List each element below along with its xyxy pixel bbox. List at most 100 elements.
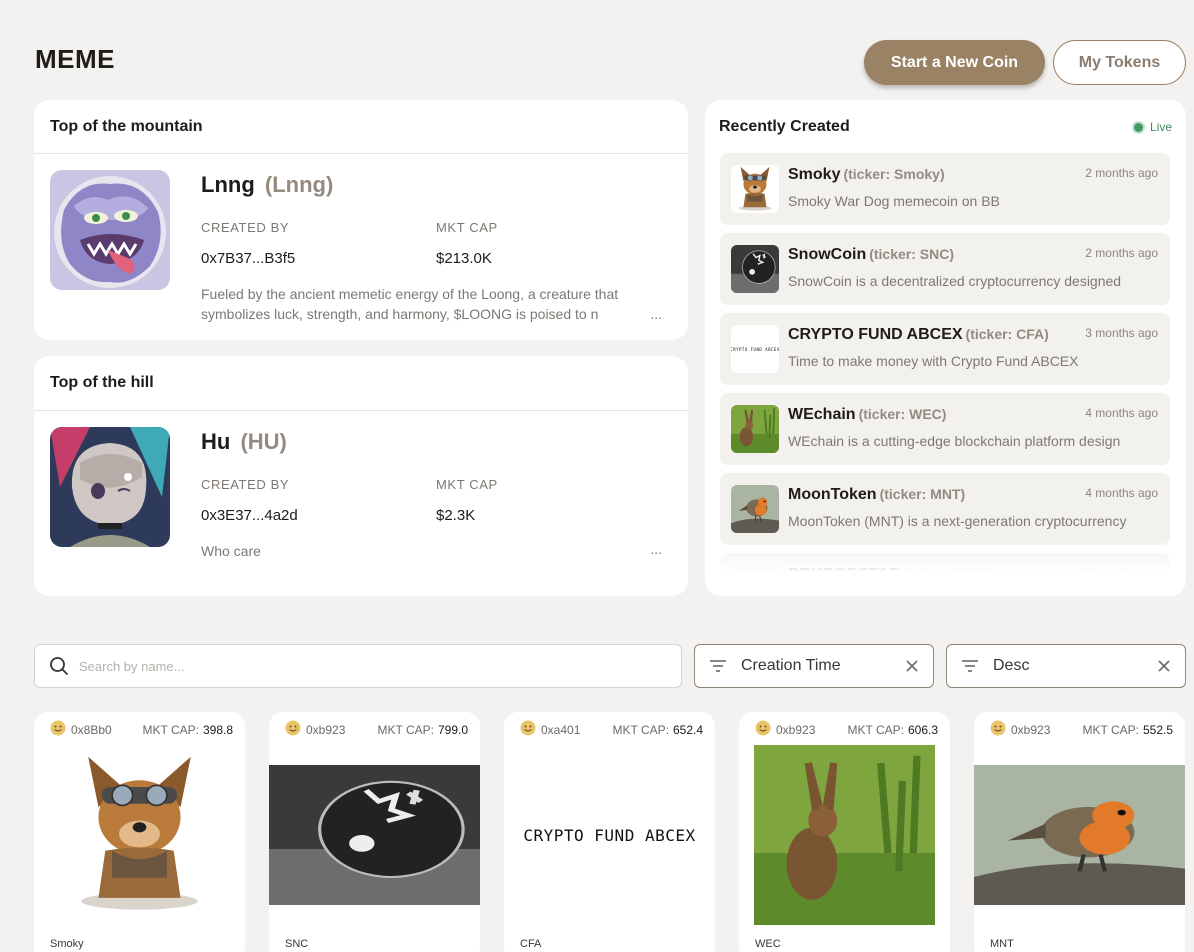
coin-thumbnail xyxy=(731,405,779,453)
coin-card[interactable]: 0xb923 MKT CAP: 552.5 MNT xyxy=(974,712,1185,952)
sort-field-select[interactable]: Creation Time xyxy=(694,644,934,688)
recent-coin-description: Smoky War Dog memecoin on BB xyxy=(788,193,1000,209)
recent-coin-ticker: (ticker: WEC) xyxy=(858,406,947,422)
mkt-cap-label: MKT CAP xyxy=(436,220,498,235)
filter-icon xyxy=(710,660,726,672)
coin-ticker: (Lnng) xyxy=(264,172,334,197)
smiley-icon xyxy=(755,720,771,739)
created-by-label: CREATED BY xyxy=(201,477,290,492)
recent-coin-name: CRYPTO FUND ABCEX (ticker: CFA) xyxy=(788,326,1049,343)
recent-coin-time: 2 months ago xyxy=(1085,246,1158,260)
smiley-icon xyxy=(50,720,66,739)
recent-list[interactable]: Smoky (ticker: Smoky) 2 months ago Smoky Wa… xyxy=(720,153,1170,578)
top-of-hill-card[interactable]: Top of the hill Hu (HU) CREATED BY 0x3E3… xyxy=(34,356,688,596)
sort-order-select[interactable]: Desc xyxy=(946,644,1186,688)
recent-coin-name: Smoky (ticker: Smoky) xyxy=(788,166,945,183)
top-of-mountain-card[interactable]: Top of the mountain Lnng (Lnng) CREATED … xyxy=(34,100,688,340)
mkt-cap-value: $213.0K xyxy=(436,250,492,267)
creator-address[interactable]: 0x7B37...B3f5 xyxy=(201,250,295,267)
recent-coin-description: SnowCoin is a decentralized cryptocurren… xyxy=(788,273,1122,289)
coin-creator-address[interactable]: 0x8Bb0 xyxy=(71,723,143,737)
search-input[interactable] xyxy=(79,658,639,674)
list-fade-overlay xyxy=(720,538,1170,578)
card-heading: Top of the hill xyxy=(34,356,688,411)
recent-coin-name: SnowCoin (ticker: SNC) xyxy=(788,246,955,263)
mkt-cap-value: $2.3K xyxy=(436,507,476,524)
coin-image: CRYPTO FUND ABCEX xyxy=(504,765,715,905)
mkt-cap-label: MKT CAP: xyxy=(1082,722,1139,737)
mkt-cap-label: MKT CAP: xyxy=(377,722,434,737)
coin-name: Lnng (Lnng) xyxy=(201,172,334,197)
start-new-coin-button[interactable]: Start a New Coin xyxy=(864,40,1045,85)
recent-item[interactable]: CRYPTO FUND ABCEX CRYPTO FUND ABCEX (ticke… xyxy=(720,313,1170,385)
mkt-cap-value: 652.4 xyxy=(672,722,703,737)
coin-ticker: (HU) xyxy=(240,429,287,454)
coin-creator-address[interactable]: 0xa401 xyxy=(541,723,613,737)
coin-description: Who care xyxy=(201,543,261,559)
recent-coin-time: 2 months ago xyxy=(1085,166,1158,180)
coin-ticker: Smoky xyxy=(50,938,84,950)
coin-avatar xyxy=(50,427,170,547)
coin-image xyxy=(974,765,1185,905)
coin-creator-address[interactable]: 0xb923 xyxy=(1011,723,1083,737)
coin-image xyxy=(54,750,225,918)
sort-field-value: Creation Time xyxy=(741,657,841,674)
coin-ticker: MNT xyxy=(990,938,1014,950)
coin-thumbnail xyxy=(731,245,779,293)
coin-creator-address[interactable]: 0xb923 xyxy=(776,723,848,737)
my-tokens-button[interactable]: My Tokens xyxy=(1053,40,1186,85)
recently-created-heading: Recently Created xyxy=(719,118,850,135)
sort-order-value: Desc xyxy=(993,657,1030,674)
creator-address[interactable]: 0x3E37...4a2d xyxy=(201,507,298,524)
recent-coin-ticker: (ticker: CFA) xyxy=(965,326,1049,342)
coin-card[interactable]: 0x8Bb0 MKT CAP: 398.8 Smoky xyxy=(34,712,245,952)
mkt-cap-value: 606.3 xyxy=(907,722,938,737)
coin-description: Fueled by the ancient memetic energy of … xyxy=(201,286,619,322)
coin-avatar xyxy=(50,170,170,290)
description-ellipsis: ... xyxy=(650,541,662,557)
close-icon[interactable] xyxy=(1157,659,1171,673)
recent-item[interactable]: SnowCoin (ticker: SNC) 2 months ago SnowCoi… xyxy=(720,233,1170,305)
mkt-cap-label: MKT CAP: xyxy=(847,722,904,737)
filter-icon xyxy=(962,660,978,672)
card-heading: Top of the mountain xyxy=(34,100,688,154)
smiley-icon xyxy=(990,720,1006,739)
coin-creator-address[interactable]: 0xb923 xyxy=(306,723,378,737)
coin-name: Hu (HU) xyxy=(201,429,287,454)
live-dot-icon xyxy=(1131,120,1145,134)
page-title: MEME xyxy=(35,44,115,74)
coin-card[interactable]: 0xb923 MKT CAP: 606.3 WEC xyxy=(739,712,950,952)
smiley-icon xyxy=(520,720,536,739)
description-ellipsis: ... xyxy=(644,306,662,322)
recent-coin-description: Time to make money with Crypto Fund ABCE… xyxy=(788,353,1079,369)
recent-item[interactable]: MoonToken (ticker: MNT) 4 months ago MoonTo… xyxy=(720,473,1170,545)
live-label: Live xyxy=(1149,120,1172,134)
coin-ticker: WEC xyxy=(755,938,781,950)
mkt-cap-value: 552.5 xyxy=(1142,722,1173,737)
coin-thumbnail xyxy=(731,485,779,533)
coin-ticker: CFA xyxy=(520,938,542,950)
mkt-cap-value: 398.8 xyxy=(202,722,233,737)
mkt-cap-label: MKT CAP xyxy=(436,477,498,492)
live-indicator: Live xyxy=(1131,120,1172,134)
coin-card[interactable]: 0xb923 MKT CAP: 799.0 SNC xyxy=(269,712,480,952)
coin-image xyxy=(754,745,935,925)
coin-image xyxy=(269,765,480,905)
recent-coin-time: 3 months ago xyxy=(1085,326,1158,340)
close-icon[interactable] xyxy=(905,659,919,673)
recent-item[interactable]: WEchain (ticker: WEC) 4 months ago WEchain … xyxy=(720,393,1170,465)
coin-card[interactable]: 0xa401 MKT CAP: 652.4 CRYPTO FUND ABCEX CFA xyxy=(504,712,715,952)
recently-created-panel: Recently Created Live Smoky (ticker: Smok… xyxy=(705,100,1186,596)
recent-coin-description: MoonToken (MNT) is a next-generation cry… xyxy=(788,513,1127,529)
search-icon xyxy=(50,657,68,675)
search-box[interactable] xyxy=(34,644,682,688)
mkt-cap-value: 799.0 xyxy=(437,722,468,737)
recent-coin-time: 4 months ago xyxy=(1085,406,1158,420)
recent-item[interactable]: Smoky (ticker: Smoky) 2 months ago Smoky Wa… xyxy=(720,153,1170,225)
coin-thumbnail: CRYPTO FUND ABCEX xyxy=(731,325,779,373)
recent-coin-ticker: (ticker: SNC) xyxy=(869,246,955,262)
smiley-icon xyxy=(285,720,301,739)
recent-coin-name: MoonToken (ticker: MNT) xyxy=(788,486,966,503)
recent-coin-time: 4 months ago xyxy=(1085,486,1158,500)
mkt-cap-label: MKT CAP: xyxy=(142,722,199,737)
